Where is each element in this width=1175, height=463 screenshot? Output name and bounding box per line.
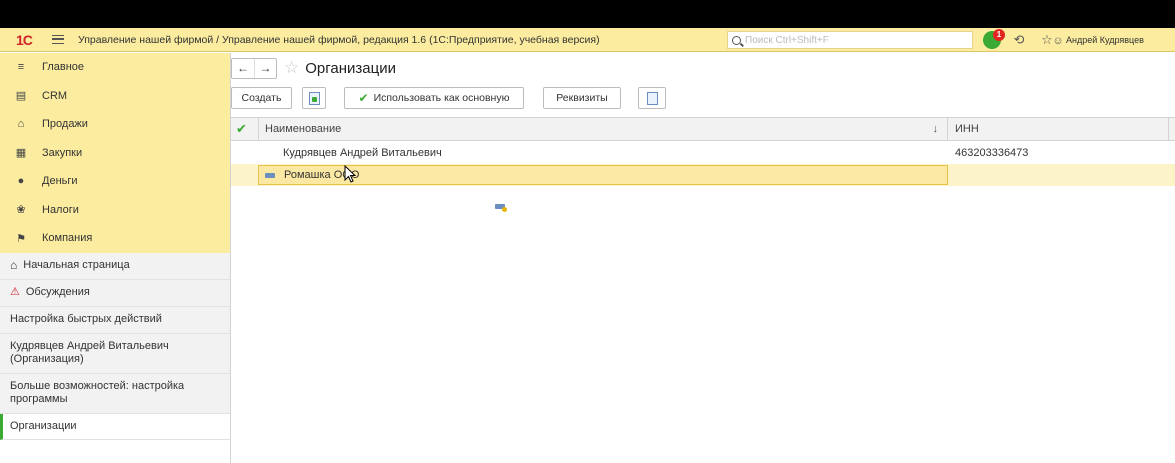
nav-buttons: ← → [231, 57, 277, 79]
requisites-button[interactable]: Реквизиты [543, 87, 621, 109]
sidebar: ≡ Главное ▤ CRM ⌂ Продажи ▦ Закупки ● Деньги … [0, 53, 231, 463]
history-icon[interactable]: ⟲ [1012, 33, 1026, 47]
section-money[interactable]: ● Деньги [0, 167, 230, 196]
section-main[interactable]: ≡ Главное [0, 53, 230, 82]
column-header-name[interactable]: Наименование ↓ [258, 118, 948, 141]
row-inn-cell[interactable] [949, 164, 955, 186]
row-name-cell[interactable]: Ромашка ООО [258, 165, 948, 185]
section-label: Закупки [42, 146, 83, 159]
history-item-home[interactable]: ⌂ Начальная страница [0, 253, 230, 280]
section-label: Главное [42, 61, 85, 74]
page-header: ← → ☆ Организации [231, 57, 396, 79]
notifications-badge: 1 [993, 29, 1005, 41]
checkmark-column-icon: ✔ [236, 121, 247, 136]
history-item-discussions[interactable]: ⚠ Обсуждения [0, 280, 230, 307]
column-header-inn[interactable]: ИНН [949, 118, 1169, 141]
copy-document-icon [308, 91, 320, 105]
column-inn-label: ИНН [955, 123, 979, 135]
sort-descending-icon: ↓ [932, 123, 939, 135]
history-label: Настройка быстрых действий [10, 313, 162, 325]
purchases-icon: ▦ [15, 147, 27, 160]
discussions-icon: ⚠ [10, 286, 20, 298]
app-title: Управление нашей фирмой / Управление наш… [78, 33, 600, 46]
section-label: Продажи [42, 118, 88, 131]
home-icon: ⌂ [10, 258, 18, 272]
table-row[interactable]: Кудрявцев Андрей Витальевич 463203336473 [231, 142, 1175, 212]
column-name-label: Наименование [265, 123, 342, 135]
favorite-star-icon[interactable]: ☆ [284, 58, 299, 78]
sections-panel: ≡ Главное ▤ CRM ⌂ Продажи ▦ Закупки ● Деньги … [0, 53, 230, 253]
checkmark-icon: ✔ [358, 91, 369, 105]
emblem-icon: ❀ [16, 204, 26, 217]
create-label: Создать [241, 92, 282, 104]
history-label: Больше возможностей: настройка программы [10, 380, 185, 405]
section-sales[interactable]: ⌂ Продажи [0, 110, 230, 139]
global-search[interactable] [727, 31, 973, 49]
history-label: Организации [10, 419, 77, 432]
row-name: Кудрявцев Андрей Витальевич [283, 147, 442, 159]
table-header: ✔ Наименование ↓ ИНН [231, 118, 1175, 141]
crm-icon: ▤ [15, 90, 27, 103]
section-label: Компания [42, 232, 93, 245]
organizations-table: ✔ Наименование ↓ ИНН Кудрявцев Андрей Вит… [231, 117, 1175, 463]
search-input[interactable] [745, 34, 965, 46]
section-label: CRM [42, 89, 68, 102]
window-top-bar [0, 0, 1175, 28]
forward-arrow-icon[interactable]: → [254, 58, 276, 78]
section-taxes[interactable]: ❀ Налоги [0, 196, 230, 225]
table-row-selected[interactable]: Ромашка ООО [231, 164, 1175, 186]
use-as-main-label: Использовать как основную [373, 92, 510, 104]
page-title: Организации [305, 59, 396, 77]
menu-icon: ≡ [17, 61, 25, 74]
row-name-cell[interactable]: Кудрявцев Андрей Витальевич [258, 142, 507, 212]
section-purchases[interactable]: ▦ Закупки [0, 139, 230, 168]
history-label: Обсуждения [25, 286, 90, 298]
history-item-quick-actions[interactable]: Настройка быстрых действий [0, 307, 230, 334]
section-company[interactable]: ⚑ Компания [0, 224, 230, 253]
app-titlebar: 1С Управление нашей фирмой / Управление … [0, 28, 1175, 52]
row-inn-cell[interactable]: 463203336473 [949, 142, 1028, 164]
history-item-organization[interactable]: Кудрявцев Андрей Витальевич (Организация… [0, 334, 230, 374]
mouse-cursor-icon [344, 165, 357, 183]
current-user[interactable]: Андрей Кудрявцев [1066, 35, 1144, 45]
hamburger-menu-icon[interactable] [52, 35, 64, 44]
app-logo: 1С [16, 31, 33, 48]
history-label: Начальная страница [23, 259, 130, 271]
user-icon[interactable]: ☺ [1051, 34, 1065, 48]
section-label: Деньги [42, 175, 78, 188]
print-document-icon [646, 91, 658, 105]
use-as-main-button[interactable]: ✔ Использовать как основную [344, 87, 524, 109]
main-content: ← → ☆ Организации Создать ✔ Использовать … [231, 53, 1175, 463]
history-item-organizations[interactable]: Организации [0, 413, 230, 440]
back-arrow-icon[interactable]: ← [232, 59, 254, 78]
flag-icon: ⚑ [16, 232, 26, 245]
section-label: Налоги [42, 203, 79, 216]
create-button[interactable]: Создать [231, 87, 292, 109]
history-item-settings[interactable]: Больше возможностей: настройка программы [0, 374, 230, 414]
main-organization-icon [495, 203, 507, 212]
organization-icon [265, 172, 275, 178]
history-label: Кудрявцев Андрей Витальевич (Организация… [10, 340, 169, 365]
section-crm[interactable]: ▤ CRM [0, 82, 230, 111]
history-panel: ⌂ Начальная страница ⚠ Обсуждения Настройк… [0, 252, 230, 440]
shop-icon: ⌂ [17, 118, 25, 131]
create-copy-button[interactable] [302, 87, 326, 109]
ruble-icon: ● [17, 175, 25, 188]
search-icon [732, 35, 741, 45]
print-button[interactable] [638, 87, 666, 109]
requisites-label: Реквизиты [556, 92, 608, 104]
